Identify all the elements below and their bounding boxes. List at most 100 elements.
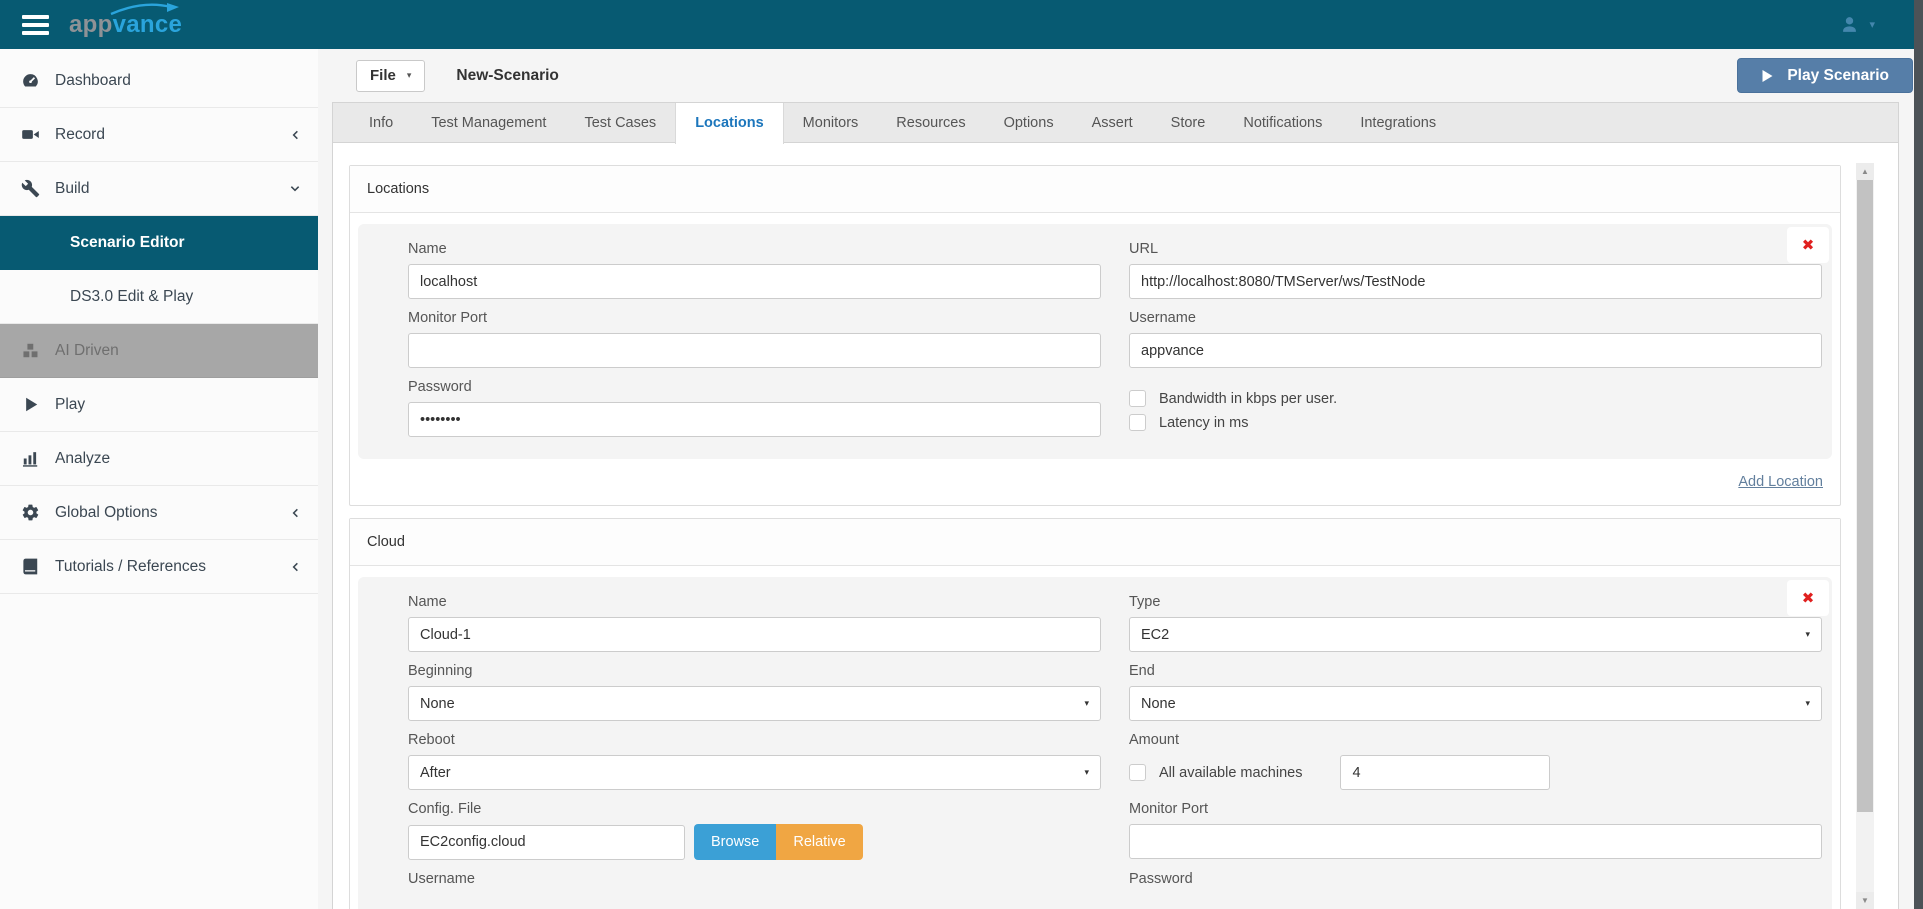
bandwidth-checkbox[interactable] xyxy=(1129,390,1146,407)
beginning-label: Beginning xyxy=(408,663,473,679)
user-caret-down-icon: ▾ xyxy=(1869,19,1875,31)
url-input[interactable] xyxy=(1129,264,1822,299)
sidebar-item-play[interactable]: Play xyxy=(0,378,318,432)
end-select[interactable]: None ▾ xyxy=(1129,686,1822,721)
bandwidth-checkbox-label: Bandwidth in kbps per user. xyxy=(1159,390,1338,407)
play-triangle-icon xyxy=(1762,69,1773,82)
delete-location-button[interactable]: ✖ xyxy=(1787,227,1829,263)
cloud-username-label: Username xyxy=(408,871,475,887)
scenario-tabs-card: Info Test Management Test Cases Location… xyxy=(332,102,1899,909)
sidebar-item-tutorials-references[interactable]: Tutorials / References xyxy=(0,540,318,594)
cloud-end-field: End None ▾ xyxy=(1129,652,1822,721)
beginning-select[interactable]: None ▾ xyxy=(408,686,1101,721)
select-caret-icon: ▾ xyxy=(1084,698,1089,708)
select-caret-icon: ▾ xyxy=(1805,629,1810,639)
cloud-name-input[interactable] xyxy=(408,617,1101,652)
username-input[interactable] xyxy=(1129,333,1822,368)
config-file-input[interactable] xyxy=(408,824,685,860)
all-available-machines-checkbox[interactable] xyxy=(1129,764,1146,781)
location-password-field: Password xyxy=(408,368,1101,437)
password-label: Password xyxy=(408,379,472,395)
tab-resources[interactable]: Resources xyxy=(877,103,984,142)
chevron-left-icon xyxy=(290,507,301,519)
location-url-field: URL xyxy=(1129,230,1822,299)
location-monitor-port-field: Monitor Port xyxy=(408,299,1101,368)
bandwidth-checkbox-row: Bandwidth in kbps per user. xyxy=(1129,390,1822,407)
scroll-down-icon: ▼ xyxy=(1861,896,1869,905)
tab-locations[interactable]: Locations xyxy=(675,103,784,144)
cloud-monitor-port-field: Monitor Port xyxy=(1129,790,1822,860)
tab-assert[interactable]: Assert xyxy=(1073,103,1152,142)
sidebar-item-label: Record xyxy=(55,125,105,143)
tab-monitors[interactable]: Monitors xyxy=(784,103,878,142)
scenario-title: New-Scenario xyxy=(456,66,559,84)
scrollbar-thumb[interactable] xyxy=(1857,180,1873,812)
delete-cloud-button[interactable]: ✖ xyxy=(1787,580,1829,616)
amount-label: Amount xyxy=(1129,732,1179,748)
tab-notifications[interactable]: Notifications xyxy=(1224,103,1341,142)
amount-input[interactable] xyxy=(1340,755,1551,790)
tab-info[interactable]: Info xyxy=(350,103,412,142)
beginning-select-value: None xyxy=(420,695,455,712)
cloud-name-field: Name xyxy=(408,583,1101,652)
tab-store[interactable]: Store xyxy=(1152,103,1225,142)
sidebar-item-label: Play xyxy=(55,395,86,413)
sidebar-item-ds30-edit-play[interactable]: DS3.0 Edit & Play xyxy=(0,270,318,324)
cloud-monitor-port-input[interactable] xyxy=(1129,824,1822,859)
user-menu[interactable]: ▾ xyxy=(1839,14,1875,35)
locations-panel-title: Locations xyxy=(350,166,1840,213)
tab-bar: Info Test Management Test Cases Location… xyxy=(333,103,1898,144)
scroll-up-icon: ▲ xyxy=(1861,167,1869,176)
type-select[interactable]: EC2 ▾ xyxy=(1129,617,1822,652)
tab-test-cases[interactable]: Test Cases xyxy=(565,103,675,142)
name-input[interactable] xyxy=(408,264,1101,299)
sidebar-item-analyze[interactable]: Analyze xyxy=(0,432,318,486)
locations-panel: Locations ✖ Name localhost URL http://lo… xyxy=(349,165,1841,506)
scroll-down-button[interactable]: ▼ xyxy=(1856,892,1874,909)
location-entry: ✖ Name URL xyxy=(358,224,1832,459)
sidebar-item-build[interactable]: Build xyxy=(0,162,318,216)
locations-tab-content: Locations ✖ Name localhost URL http://lo… xyxy=(333,143,1898,909)
file-menu-button[interactable]: File ▾ xyxy=(356,59,426,92)
user-icon xyxy=(1843,17,1857,32)
sidebar-item-label: Scenario Editor xyxy=(70,233,185,251)
main-content: File ▾ New-Scenario Play Scenario Info T… xyxy=(318,49,1923,909)
sidebar-item-label: Tutorials / References xyxy=(55,557,207,575)
wrench-icon xyxy=(21,178,42,199)
book-icon xyxy=(21,556,42,577)
password-input[interactable] xyxy=(408,402,1101,437)
chevron-down-icon xyxy=(289,183,301,194)
sidebar-item-record[interactable]: Record xyxy=(0,108,318,162)
monitor-port-input[interactable] xyxy=(408,333,1101,368)
logo-text-app: app xyxy=(69,10,113,38)
content-scrollbar: ▲ ▼ xyxy=(1856,163,1874,909)
latency-checkbox[interactable] xyxy=(1129,414,1146,431)
window-scrollbar[interactable] xyxy=(1914,0,1923,909)
select-caret-icon: ▾ xyxy=(1084,767,1089,777)
add-location-link[interactable]: Add Location xyxy=(1738,474,1823,490)
sidebar-item-label: Analyze xyxy=(55,449,111,467)
hamburger-menu-icon[interactable] xyxy=(22,11,49,39)
cloud-panel-body: ✖ Name Type EC2 xyxy=(350,566,1840,909)
sidebar-item-dashboard[interactable]: Dashboard xyxy=(0,54,318,108)
bar-chart-icon xyxy=(21,448,42,469)
tab-options[interactable]: Options xyxy=(985,103,1073,142)
end-select-value: None xyxy=(1141,695,1176,712)
cloud-panel-title: Cloud xyxy=(350,519,1840,566)
scenario-header: File ▾ New-Scenario Play Scenario xyxy=(332,49,1913,102)
reboot-select[interactable]: After ▾ xyxy=(408,755,1101,790)
cloud-password-label: Password xyxy=(1129,871,1193,887)
location-name-field: Name xyxy=(408,230,1101,299)
browse-button[interactable]: Browse xyxy=(694,824,777,860)
caret-down-icon: ▾ xyxy=(406,70,412,80)
tab-integrations[interactable]: Integrations xyxy=(1341,103,1455,142)
sidebar-item-label: Build xyxy=(55,179,90,197)
relative-button[interactable]: Relative xyxy=(776,824,863,860)
config-file-label: Config. File xyxy=(408,801,482,817)
play-scenario-button[interactable]: Play Scenario xyxy=(1737,58,1913,93)
sidebar-item-ai-driven[interactable]: AI Driven xyxy=(0,324,318,378)
sidebar-item-scenario-editor[interactable]: Scenario Editor xyxy=(0,216,318,270)
tab-test-management[interactable]: Test Management xyxy=(412,103,565,142)
sidebar-item-global-options[interactable]: Global Options xyxy=(0,486,318,540)
scroll-up-button[interactable]: ▲ xyxy=(1856,163,1874,180)
